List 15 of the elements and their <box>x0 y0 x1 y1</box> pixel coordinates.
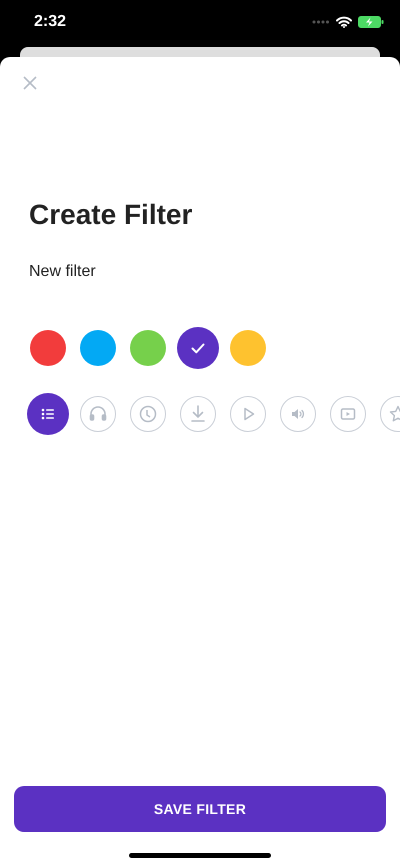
checkmark-icon <box>191 342 205 354</box>
save-filter-button[interactable]: SAVE FILTER <box>14 786 386 832</box>
color-swatch[interactable] <box>80 330 116 366</box>
screen-title: Create Filter <box>29 198 194 232</box>
name-field[interactable]: New filter <box>29 261 329 283</box>
wifi-icon <box>336 16 352 28</box>
icon-option[interactable] <box>27 393 69 435</box>
color-swatch[interactable] <box>230 330 266 366</box>
color-swatch[interactable] <box>30 330 66 366</box>
status-time: 2:32 <box>34 13 68 31</box>
color-swatch[interactable] <box>130 330 166 366</box>
close-icon[interactable] <box>23 76 37 90</box>
signal-icon <box>312 20 330 24</box>
battery-icon <box>358 16 384 28</box>
color-swatch[interactable] <box>177 327 219 369</box>
